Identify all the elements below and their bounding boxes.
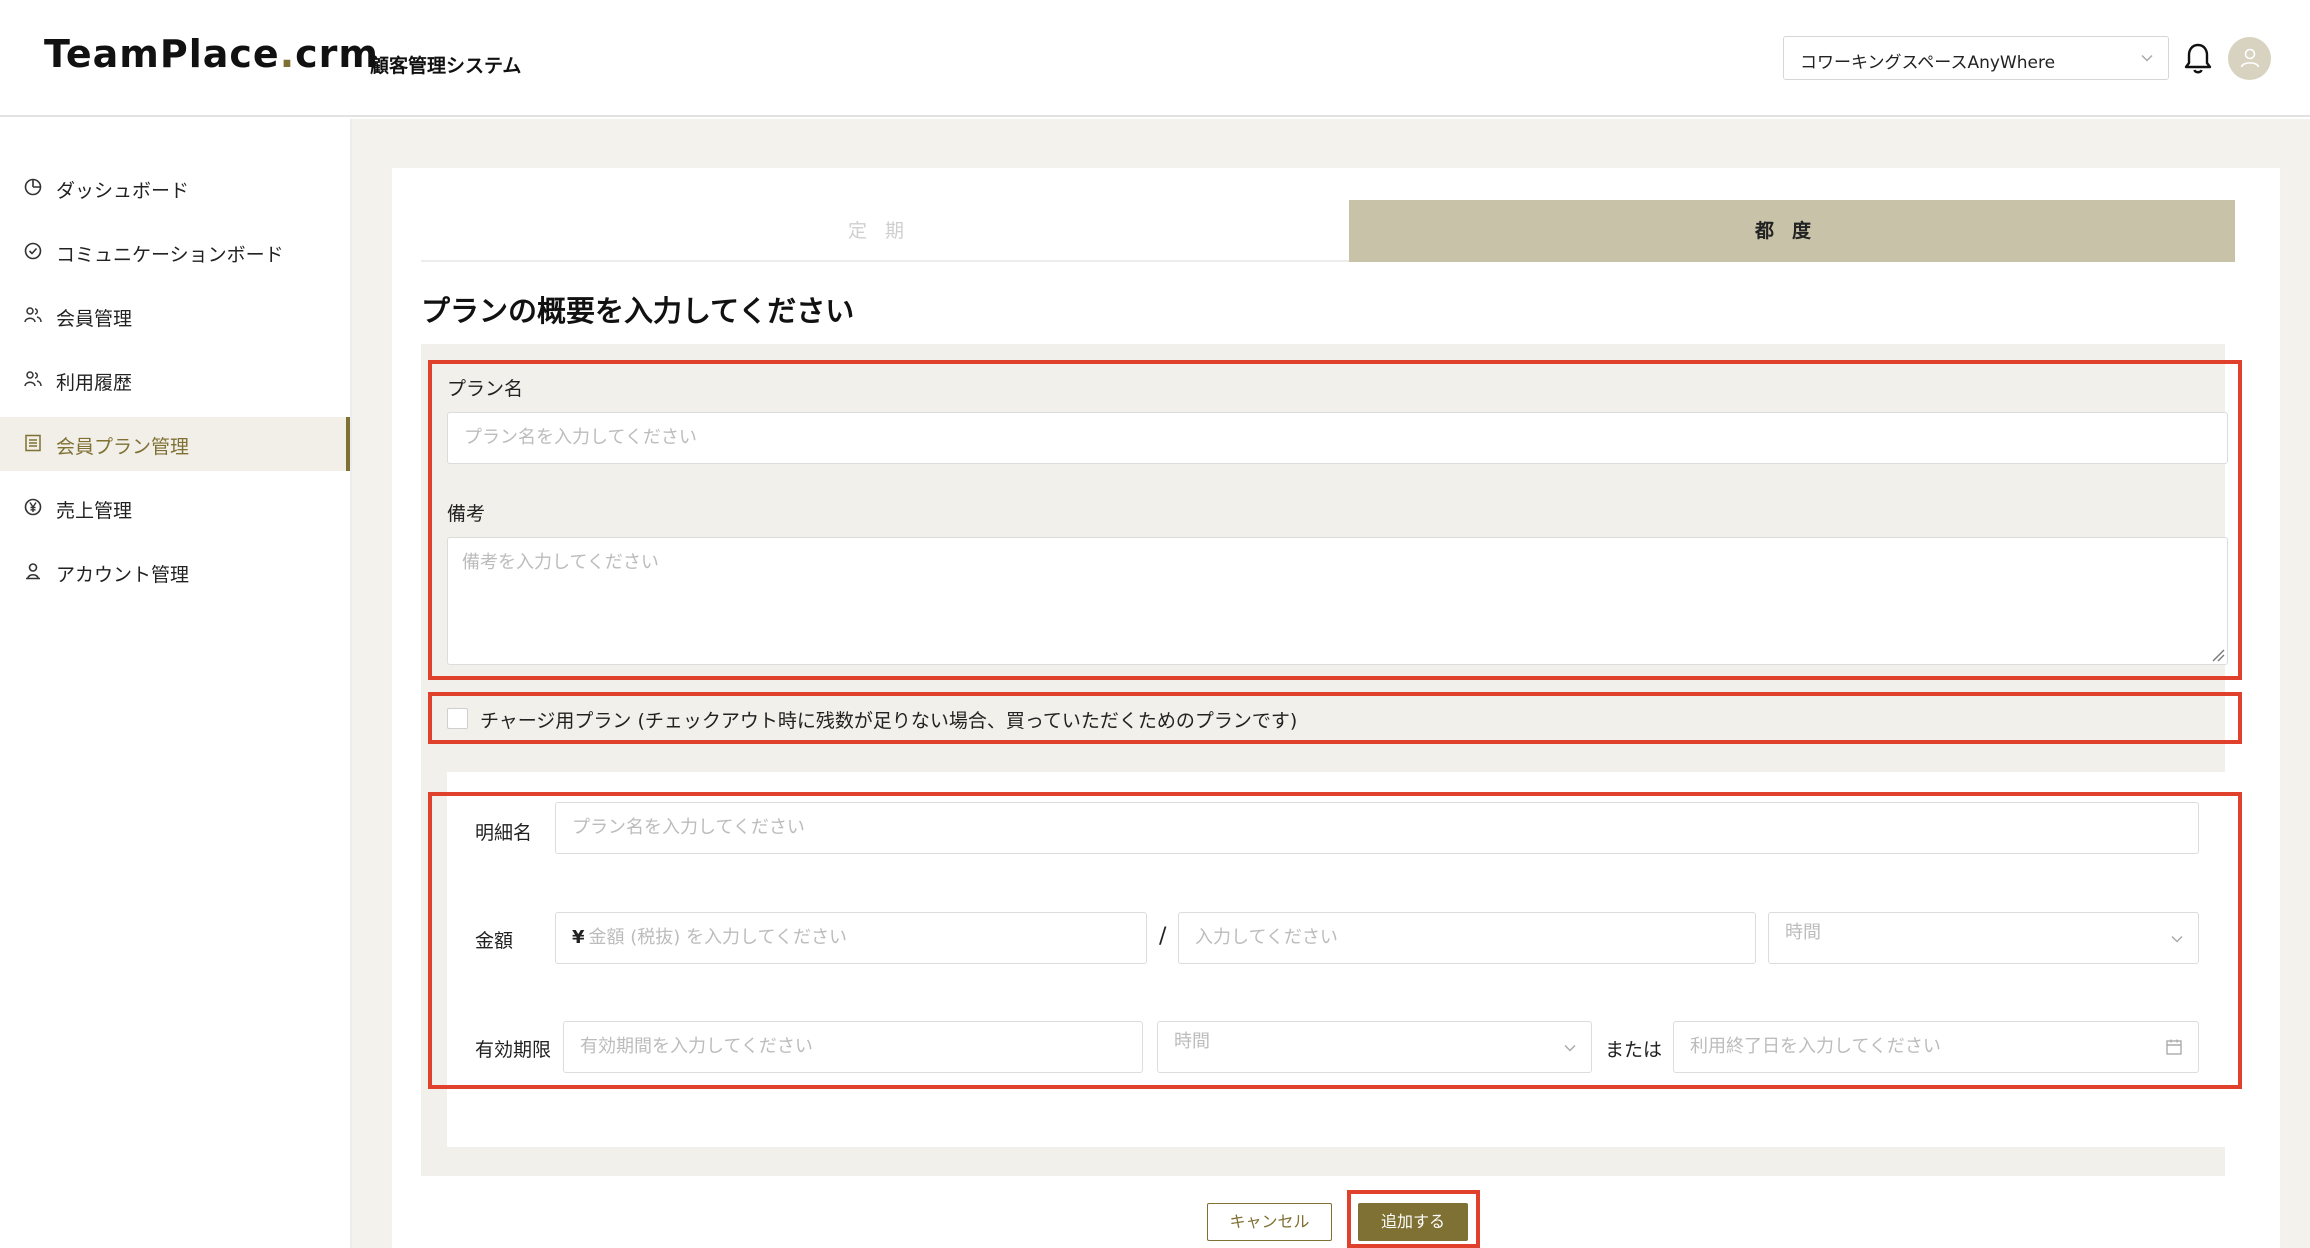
user-avatar[interactable] (2228, 37, 2271, 80)
highlight-detail-fields (428, 792, 2242, 1089)
sidebar: ダッシュボード コミュニケーションボード 会員管理 利用履歴 会員プラン管理 売… (0, 119, 350, 1248)
sidebar-item-label: アカウント管理 (56, 564, 190, 586)
logo-dot: . (279, 32, 296, 76)
account-icon (26, 563, 40, 580)
sidebar-item-sales[interactable]: 売上管理 (0, 481, 350, 535)
tab-each-time[interactable]: 都度 (1349, 200, 2235, 262)
members-icon (24, 307, 42, 323)
sidebar-item-label: ダッシュボード (56, 180, 190, 202)
bell-icon[interactable] (2182, 42, 2214, 76)
page-title: プランの概要を入力してください (421, 294, 855, 328)
check-circle-icon (24, 242, 42, 260)
sidebar-item-label: 会員プラン管理 (56, 436, 190, 458)
sidebar-item-members[interactable]: 会員管理 (0, 289, 350, 343)
workspace-value: コワーキングスペースAnyWhere (1800, 53, 2056, 73)
logo-suffix: crm (295, 32, 380, 76)
sidebar-item-label: 売上管理 (56, 500, 133, 522)
chevron-down-icon (2141, 54, 2153, 62)
sidebar-item-label: 会員管理 (56, 308, 133, 330)
user-icon (2240, 48, 2260, 68)
cancel-button[interactable]: キャンセル (1207, 1203, 1332, 1241)
sidebar-item-accounts[interactable]: アカウント管理 (0, 545, 350, 599)
workspace-select[interactable]: コワーキングスペースAnyWhere (1783, 36, 2169, 80)
app-subtitle: 顧客管理システム (370, 55, 522, 77)
sidebar-item-label: 利用履歴 (56, 372, 133, 394)
dashboard-icon (24, 178, 42, 196)
plan-type-tabs: 定期 都度 (421, 200, 2235, 262)
highlight-plan-overview (428, 360, 2242, 680)
yen-circle-icon (24, 498, 42, 516)
sidebar-item-member-plans[interactable]: 会員プラン管理 (0, 417, 350, 471)
tab-periodic[interactable]: 定期 (421, 200, 1349, 262)
sidebar-item-label: コミュニケーションボード (56, 244, 284, 266)
logo-text: TeamPlace (44, 32, 280, 76)
highlight-charge-plan (428, 692, 2242, 744)
sidebar-item-dashboard[interactable]: ダッシュボード (0, 161, 350, 215)
highlight-add-button (1347, 1190, 1480, 1248)
app-header: TeamPlace.crm 顧客管理システム コワーキングスペースAnyWher… (0, 0, 2310, 117)
sidebar-item-communication[interactable]: コミュニケーションボード (0, 225, 350, 279)
app-logo[interactable]: TeamPlace.crm (44, 32, 379, 76)
members-icon (24, 371, 42, 387)
sidebar-item-usage-history[interactable]: 利用履歴 (0, 353, 350, 407)
list-icon (25, 434, 41, 452)
